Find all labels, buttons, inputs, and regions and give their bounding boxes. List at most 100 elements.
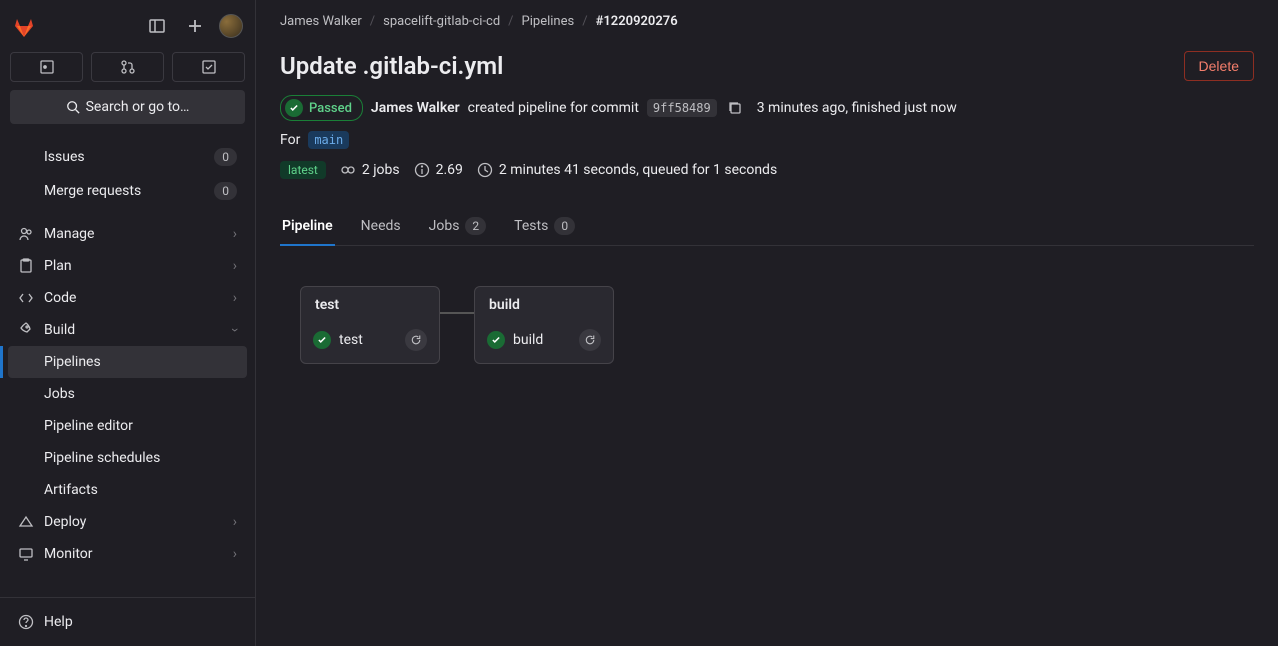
- sidebar-item-label: Pipelines: [44, 354, 101, 370]
- issues-count-badge: 0: [214, 148, 237, 166]
- breadcrumb-project[interactable]: spacelift-gitlab-ci-cd: [383, 14, 500, 29]
- retry-icon[interactable]: [579, 329, 601, 351]
- time-text: 3 minutes ago, finished just now: [757, 100, 957, 116]
- tab-pipeline[interactable]: Pipeline: [280, 207, 335, 245]
- sidebar-item-monitor[interactable]: Monitor ›: [8, 538, 247, 570]
- breadcrumb-section[interactable]: Pipelines: [522, 14, 575, 29]
- sidebar-item-manage[interactable]: Manage ›: [8, 218, 247, 250]
- monitor-icon: [18, 546, 34, 562]
- link-icon: [340, 162, 356, 178]
- created-text: created pipeline for commit: [468, 100, 639, 116]
- duration: 2 minutes 41 seconds, queued for 1 secon…: [477, 162, 777, 178]
- author-name[interactable]: James Walker: [371, 100, 460, 116]
- jobs-badge: 2: [465, 217, 486, 235]
- breadcrumb-current: #1220920276: [596, 14, 678, 29]
- sidebar-item-label: Artifacts: [44, 482, 98, 498]
- stage-connector: [440, 312, 474, 314]
- help-icon: [18, 614, 34, 630]
- stage-card-build: build build: [474, 286, 614, 364]
- latest-tag: latest: [280, 161, 326, 179]
- check-circle-icon: [313, 331, 331, 349]
- sidebar-item-label: Monitor: [44, 546, 93, 562]
- breadcrumb-sep: /: [582, 14, 587, 29]
- job-build[interactable]: build: [483, 325, 605, 355]
- merge-request-shortcut-icon[interactable]: [91, 52, 164, 82]
- mini-nav: [0, 52, 255, 90]
- sidebar-item-pipeline-editor[interactable]: Pipeline editor: [8, 410, 247, 442]
- sidebar-item-plan[interactable]: Plan ›: [8, 250, 247, 282]
- sidebar-item-merge-requests[interactable]: Merge requests 0: [8, 174, 247, 208]
- code-icon: [18, 290, 34, 306]
- page-title: Update .gitlab-ci.yml: [280, 52, 503, 80]
- search-input[interactable]: Search or go to…: [10, 90, 245, 124]
- tab-jobs[interactable]: Jobs 2: [427, 207, 489, 245]
- chevron-down-icon: ›: [227, 328, 243, 332]
- commit-sha[interactable]: 9ff58489: [647, 99, 717, 117]
- sidebar-item-code[interactable]: Code ›: [8, 282, 247, 314]
- mr-count-badge: 0: [214, 182, 237, 200]
- sidebar-item-label: Help: [44, 614, 73, 630]
- sidebar-item-label: Jobs: [44, 386, 75, 402]
- tests-badge: 0: [554, 217, 575, 235]
- sidebar: Search or go to… Issues 0 Merge requests…: [0, 0, 256, 646]
- job-test[interactable]: test: [309, 325, 431, 355]
- sidebar-collapse-icon[interactable]: [143, 12, 171, 40]
- coverage: 2.69: [414, 162, 463, 178]
- sidebar-item-build[interactable]: Build ›: [8, 314, 247, 346]
- stage-title: test: [309, 297, 431, 313]
- sidebar-item-issues[interactable]: Issues 0: [8, 140, 247, 174]
- clipboard-icon: [18, 258, 34, 274]
- check-circle-icon: [285, 99, 303, 117]
- gitlab-logo-icon[interactable]: [12, 14, 36, 38]
- create-new-icon[interactable]: [181, 12, 209, 40]
- chevron-right-icon: ›: [233, 290, 237, 306]
- breadcrumb-sep: /: [508, 14, 513, 29]
- retry-icon[interactable]: [405, 329, 427, 351]
- job-name: test: [339, 332, 397, 348]
- tab-tests[interactable]: Tests 0: [512, 207, 577, 245]
- sidebar-item-jobs[interactable]: Jobs: [8, 378, 247, 410]
- sidebar-item-deploy[interactable]: Deploy ›: [8, 506, 247, 538]
- check-circle-icon: [487, 331, 505, 349]
- sidebar-item-label: Pipeline editor: [44, 418, 133, 434]
- breadcrumb-sep: /: [370, 14, 375, 29]
- sidebar-top: [0, 0, 255, 52]
- sidebar-nav: Issues 0 Merge requests 0 Manage › Plan …: [0, 136, 255, 597]
- breadcrumb: James Walker / spacelift-gitlab-ci-cd / …: [256, 0, 1278, 43]
- chevron-right-icon: ›: [233, 226, 237, 242]
- sidebar-item-pipelines[interactable]: Pipelines: [8, 346, 247, 378]
- tabs: Pipeline Needs Jobs 2 Tests 0: [280, 207, 1254, 246]
- jobs-count: 2 jobs: [340, 162, 400, 178]
- sidebar-item-label: Build: [44, 322, 75, 338]
- sidebar-item-label: Manage: [44, 226, 94, 242]
- breadcrumb-user[interactable]: James Walker: [280, 14, 362, 29]
- info-icon: [414, 162, 430, 178]
- copy-icon[interactable]: [727, 100, 743, 116]
- chevron-right-icon: ›: [233, 514, 237, 530]
- status-badge[interactable]: Passed: [280, 95, 363, 121]
- todo-shortcut-icon[interactable]: [172, 52, 245, 82]
- for-label: For: [280, 132, 300, 148]
- clock-icon: [477, 162, 493, 178]
- branch-pill[interactable]: main: [308, 131, 349, 149]
- job-name: build: [513, 332, 571, 348]
- issues-shortcut-icon[interactable]: [10, 52, 83, 82]
- delete-button[interactable]: Delete: [1184, 51, 1254, 81]
- sidebar-item-artifacts[interactable]: Artifacts: [8, 474, 247, 506]
- users-icon: [18, 226, 34, 242]
- stage-title: build: [483, 297, 605, 313]
- chevron-right-icon: ›: [233, 258, 237, 274]
- sidebar-item-pipeline-schedules[interactable]: Pipeline schedules: [8, 442, 247, 474]
- sidebar-item-help[interactable]: Help: [8, 606, 247, 638]
- sidebar-item-label: Deploy: [44, 514, 86, 530]
- search-label: Search or go to…: [86, 99, 190, 115]
- chevron-right-icon: ›: [233, 546, 237, 562]
- avatar[interactable]: [219, 14, 243, 38]
- sidebar-item-label: Code: [44, 290, 76, 306]
- deploy-icon: [18, 514, 34, 530]
- stage-card-test: test test: [300, 286, 440, 364]
- rocket-icon: [18, 322, 34, 338]
- tab-needs[interactable]: Needs: [359, 207, 403, 245]
- status-text: Passed: [309, 101, 352, 116]
- sidebar-item-label: Pipeline schedules: [44, 450, 160, 466]
